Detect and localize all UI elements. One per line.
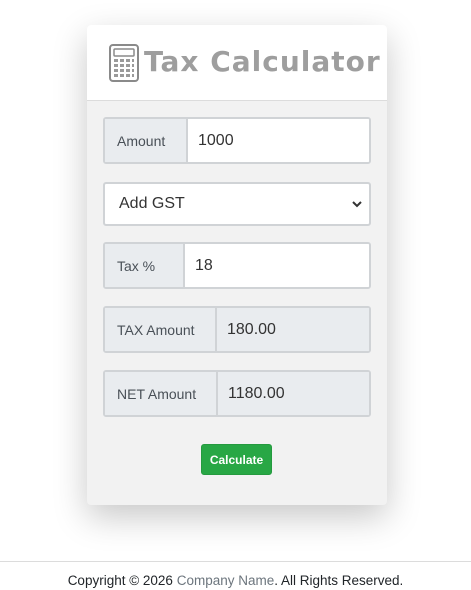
footer: Copyright © 2026 Company Name. All Right… <box>0 561 471 588</box>
calculate-button[interactable]: Calculate <box>201 444 272 475</box>
net-amount-field: 1180.00 <box>218 372 369 415</box>
page-title: Tax Calculator <box>144 45 381 78</box>
tax-amount-field: 180.00 <box>217 308 369 351</box>
gst-mode-select[interactable]: Add GST <box>103 182 371 226</box>
tax-percent-group: Tax % 18 <box>103 242 371 289</box>
amount-group: Amount 1000 <box>103 117 371 164</box>
tax-amount-label: TAX Amount <box>105 308 217 351</box>
company-name-link[interactable]: Company Name <box>177 573 275 588</box>
tax-percent-input[interactable]: 18 <box>185 244 369 287</box>
chevron-down-icon <box>352 201 362 208</box>
tax-calculator-card: Tax Calculator Amount 1000 Add GST Tax %… <box>87 25 387 505</box>
amount-label: Amount <box>105 119 188 162</box>
copyright-text: Copyright © 2026 <box>67 573 177 588</box>
net-amount-group: NET Amount 1180.00 <box>103 370 371 417</box>
rights-text: . All Rights Reserved. <box>274 573 404 588</box>
calculator-icon <box>109 44 139 82</box>
tax-percent-label: Tax % <box>105 244 185 287</box>
net-amount-label: NET Amount <box>105 372 218 415</box>
amount-input[interactable]: 1000 <box>188 119 369 162</box>
card-header: Tax Calculator <box>87 25 387 101</box>
tax-amount-group: TAX Amount 180.00 <box>103 306 371 353</box>
gst-mode-selected: Add GST <box>119 195 185 212</box>
